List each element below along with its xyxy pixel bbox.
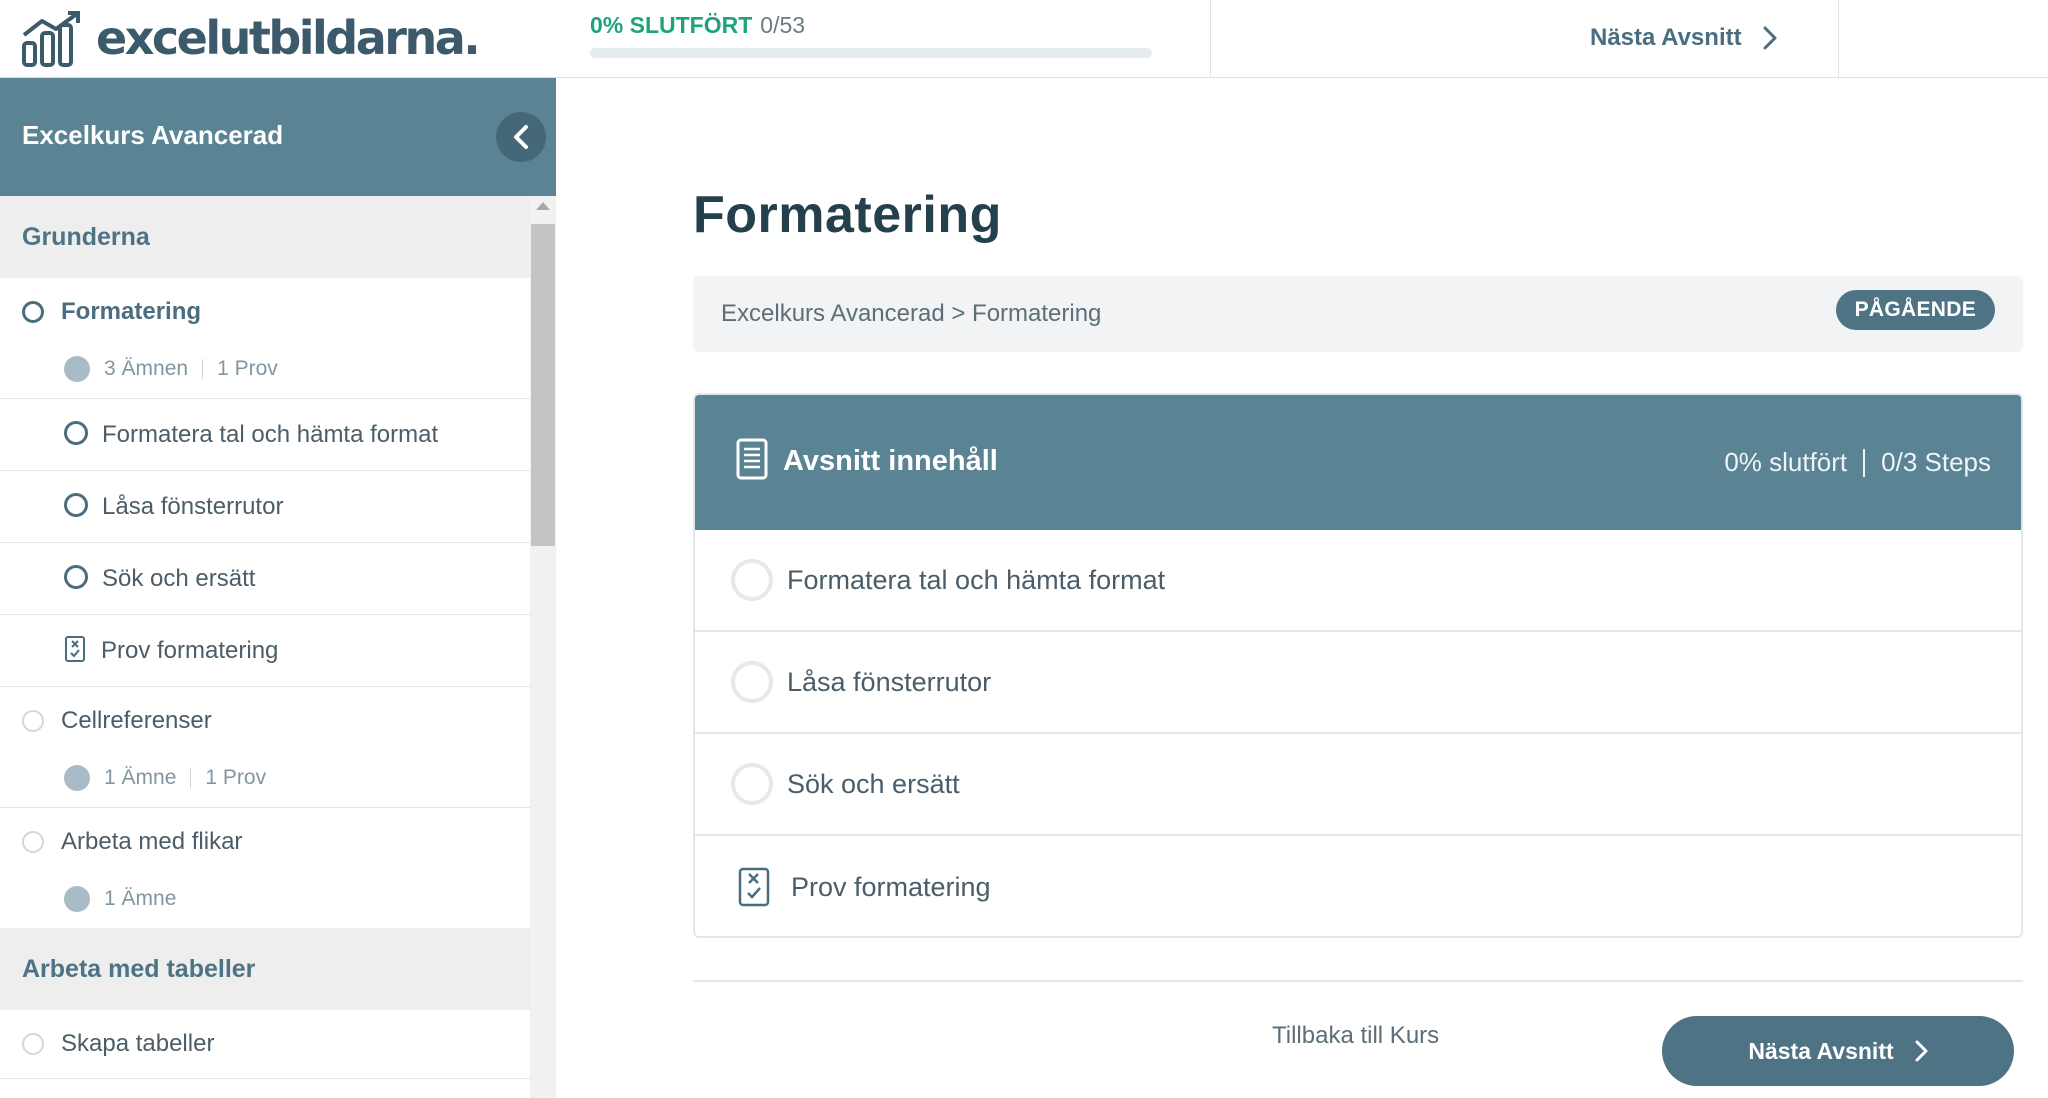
logo-text: excelutbildarna.	[96, 11, 481, 65]
lesson-item: Skapa tabeller	[0, 1010, 530, 1079]
lesson-label: Formatering	[61, 298, 202, 325]
back-to-course-link[interactable]: Tillbaka till Kurs	[1272, 1022, 1439, 1050]
topic-count: 1 Ämne	[104, 887, 177, 910]
breadcrumb-bar: Excelkurs Avancerad > Formatering PÅGÅEN…	[693, 276, 2023, 352]
quiz-count: 1 Prov	[205, 766, 267, 789]
lesson-meta: 3 Ämnen 1 Prov	[0, 340, 530, 398]
lesson-link-cellreferenser[interactable]: Cellreferenser	[0, 687, 530, 755]
topic-circle-icon	[64, 420, 88, 445]
lesson-link-skapa-tabeller[interactable]: Skapa tabeller	[0, 1010, 530, 1078]
progress-dot-icon	[64, 886, 90, 912]
topic-label: Formatera tal och hämta format	[102, 420, 439, 448]
content-topic-row[interactable]: Låsa fönsterrutor	[695, 632, 2021, 734]
lesson-meta: 1 Ämne 1 Prov	[0, 749, 530, 807]
status-circle-icon	[22, 301, 44, 323]
collapse-sidebar-button[interactable]	[496, 112, 546, 162]
status-circle-icon	[22, 1033, 44, 1055]
logo[interactable]: excelutbildarna.	[20, 8, 481, 68]
topic-link[interactable]: Formatera tal och hämta format	[0, 399, 530, 471]
document-list-icon	[736, 438, 768, 480]
course-sidebar: Excelkurs Avancerad Grunderna Formaterin…	[0, 78, 556, 1098]
lesson-item: Arbeta med flikar 1 Ämne	[0, 808, 530, 928]
next-lesson-button-label: Nästa Avsnitt	[1748, 1037, 1894, 1064]
divider	[693, 980, 2023, 982]
lesson-label: Cellreferenser	[61, 707, 212, 734]
lesson-link-arbeta-med-flikar[interactable]: Arbeta med flikar	[0, 808, 530, 876]
next-lesson-button[interactable]: Nästa Avsnitt	[1662, 1016, 2014, 1086]
progress-bar	[590, 48, 1152, 58]
lesson-content-stats: 0% slutfört 0/3 Steps	[1724, 447, 1991, 478]
content-topic-row[interactable]: Sök och ersätt	[695, 734, 2021, 836]
topic-label: Sök och ersätt	[102, 564, 256, 592]
topic-circle-icon	[64, 564, 88, 589]
status-badge: PÅGÅENDE	[1835, 290, 1995, 330]
lesson-content-box: Avsnitt innehåll 0% slutfört 0/3 Steps F…	[693, 393, 2023, 938]
sidebar-scrollbar[interactable]	[530, 196, 556, 1098]
scroll-thumb[interactable]	[531, 224, 555, 546]
divider	[1210, 0, 1211, 78]
incomplete-circle-icon	[731, 661, 773, 703]
chevron-right-icon	[1915, 1040, 1928, 1062]
status-circle-icon	[22, 831, 44, 853]
progress-count: 0/53	[760, 12, 806, 38]
incomplete-circle-icon	[731, 559, 773, 601]
top-bar: excelutbildarna. 0% SLUTFÖRT 0/53 Nästa …	[0, 0, 2048, 78]
lesson-label: Skapa tabeller	[61, 1030, 215, 1057]
lesson-content-header: Avsnitt innehåll 0% slutfört 0/3 Steps	[695, 395, 2021, 530]
progress-dot-icon	[64, 765, 90, 791]
section-heading[interactable]: Grunderna	[0, 196, 530, 278]
sidebar-header: Excelkurs Avancerad	[0, 78, 556, 196]
lesson-item: Formatering 3 Ämnen 1 Prov	[0, 278, 530, 399]
lesson-item: Cellreferenser 1 Ämne 1 Prov	[0, 687, 530, 808]
next-lesson-label: Nästa Avsnitt	[1590, 24, 1742, 51]
course-progress: 0% SLUTFÖRT 0/53	[590, 12, 1154, 58]
content-topic-label: Formatera tal och hämta format	[787, 564, 1166, 595]
topic-link[interactable]: Sök och ersätt	[0, 543, 530, 615]
quiz-label: Prov formatering	[101, 636, 279, 664]
topic-count: 1 Ämne	[104, 766, 177, 789]
topic-count: 3 Ämnen	[104, 357, 189, 380]
topic-link[interactable]: Låsa fönsterrutor	[0, 471, 530, 543]
lesson-content-heading: Avsnitt innehåll	[783, 445, 998, 477]
progress-percent-label: 0% SLUTFÖRT	[590, 12, 753, 38]
bar-chart-logo-icon	[22, 11, 80, 67]
quiz-clipboard-icon	[738, 867, 770, 907]
lesson-meta: 1 Ämne	[0, 870, 530, 928]
incomplete-circle-icon	[731, 763, 773, 805]
chevron-left-icon	[514, 125, 528, 149]
progress-label-row: 0% SLUTFÖRT 0/53	[590, 12, 1154, 39]
meta-separator	[202, 359, 204, 379]
quiz-link[interactable]: Prov formatering	[0, 615, 530, 687]
quiz-clipboard-icon	[65, 635, 85, 662]
meta-separator	[190, 768, 192, 788]
sidebar-lesson-list: Grunderna Formatering 3 Ämnen 1 Prov For…	[0, 196, 530, 1098]
lesson-label: Arbeta med flikar	[61, 828, 243, 855]
content-topic-label: Låsa fönsterrutor	[787, 666, 992, 697]
lesson-link-formatering[interactable]: Formatering	[0, 278, 530, 346]
steps-count: 0/3 Steps	[1881, 447, 1991, 477]
topic-label: Låsa fönsterrutor	[102, 492, 284, 520]
page-title: Formatering	[693, 186, 1002, 244]
quiz-count: 1 Prov	[217, 357, 278, 380]
next-lesson-link[interactable]: Nästa Avsnitt	[1590, 18, 1778, 58]
status-circle-icon	[22, 710, 44, 732]
content-quiz-row[interactable]: Prov formatering	[695, 836, 2021, 936]
section-heading[interactable]: Arbeta med tabeller	[0, 928, 530, 1010]
content-topic-row[interactable]: Formatera tal och hämta format	[695, 530, 2021, 632]
completion-percent: 0% slutfört	[1724, 447, 1848, 477]
topic-circle-icon	[64, 492, 88, 517]
content-quiz-label: Prov formatering	[791, 871, 991, 902]
stats-separator	[1863, 448, 1866, 477]
content-topic-label: Sök och ersätt	[787, 768, 960, 799]
breadcrumb[interactable]: Excelkurs Avancerad > Formatering	[721, 300, 1101, 328]
scroll-up-arrow-icon[interactable]	[536, 202, 550, 210]
divider	[1838, 0, 1839, 78]
progress-dot-icon	[64, 356, 90, 382]
chevron-right-icon	[1763, 26, 1777, 50]
sidebar-course-title: Excelkurs Avancerad	[22, 120, 284, 150]
